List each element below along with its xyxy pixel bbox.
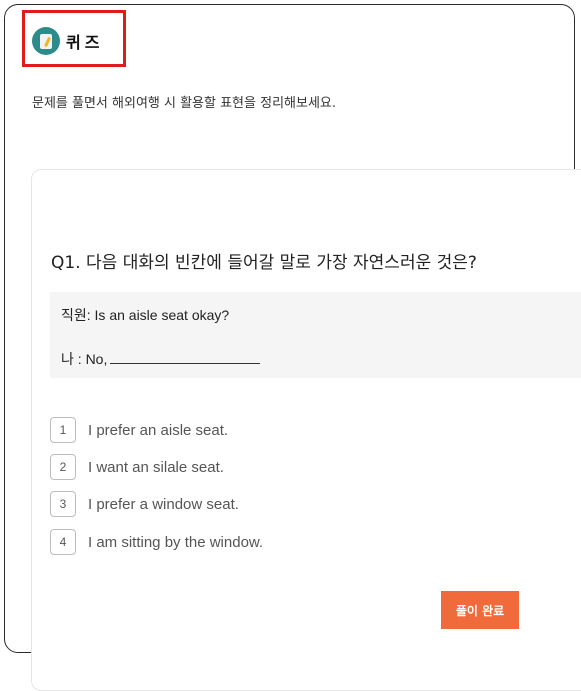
option-text[interactable]: I am sitting by the window. — [88, 534, 263, 551]
quiz-document-icon — [32, 27, 60, 55]
question-text: Q1. 다음 대화의 빈칸에 들어갈 말로 가장 자연스러운 것은? — [51, 253, 477, 273]
option-2[interactable]: 2 I want an silale seat. — [50, 454, 224, 480]
submit-button[interactable]: 풀이 완료 — [441, 591, 519, 629]
option-3[interactable]: 3 I prefer a window seat. — [50, 491, 239, 517]
dialog-speaker-me: 나 : — [61, 351, 82, 367]
dialog-speaker-staff: 직원: — [61, 307, 91, 323]
option-text[interactable]: I prefer an aisle seat. — [88, 422, 228, 439]
option-1[interactable]: 1 I prefer an aisle seat. — [50, 417, 228, 443]
option-number[interactable]: 2 — [50, 454, 76, 480]
option-number[interactable]: 1 — [50, 417, 76, 443]
page-title: 퀴즈 — [66, 33, 104, 52]
answer-blank — [110, 351, 261, 364]
dialog-text-staff: Is an aisle seat okay? — [94, 307, 230, 323]
dialog-box: 직원: Is an aisle seat okay? 나 : No, — [50, 292, 581, 378]
option-4[interactable]: 4 I am sitting by the window. — [50, 529, 263, 555]
option-number[interactable]: 4 — [50, 529, 76, 555]
dialog-text-me: No, — [85, 351, 108, 367]
option-number[interactable]: 3 — [50, 491, 76, 517]
dialog-line-1: 직원: Is an aisle seat okay? — [61, 305, 229, 325]
page-subtitle: 문제를 풀면서 해외여행 시 활용할 표현을 정리해보세요. — [32, 96, 337, 111]
dialog-line-2: 나 : No, — [61, 349, 261, 369]
option-text[interactable]: I prefer a window seat. — [88, 496, 239, 513]
option-text[interactable]: I want an silale seat. — [88, 459, 224, 476]
